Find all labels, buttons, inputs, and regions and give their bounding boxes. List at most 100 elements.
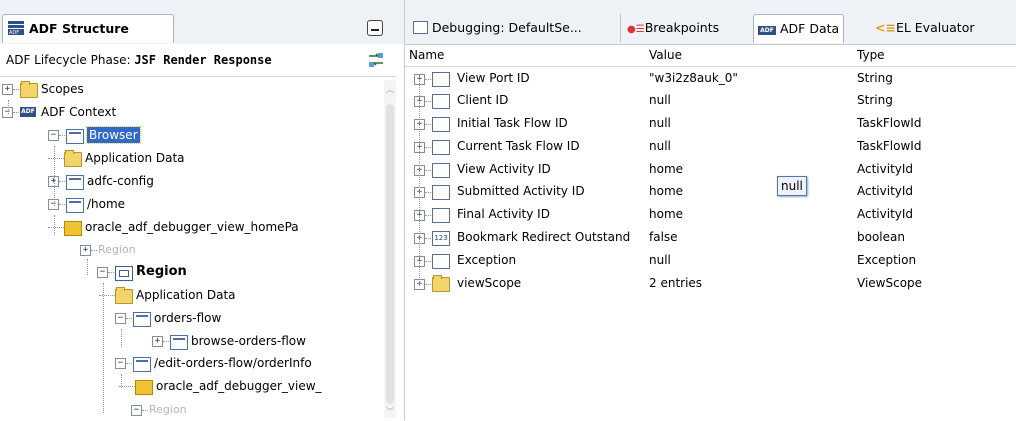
tree-node-label: Region (98, 243, 136, 256)
cell-value: "w3i2z8auk_0" (649, 71, 738, 85)
tree-node-label: oracle_adf_debugger_view_ (156, 379, 322, 393)
tree-node-label: ADF Context (41, 105, 117, 119)
collapse-icon[interactable]: − (131, 405, 142, 416)
table-row[interactable]: +123 Bookmark Redirect Outstand false boole… (405, 228, 1016, 248)
svg-text:ADF: ADF (9, 30, 19, 35)
table-row[interactable]: + Submitted Activity ID home ActivityId (405, 182, 1016, 202)
activity-icon (133, 357, 151, 372)
field-icon (432, 185, 450, 200)
field-icon (432, 163, 450, 178)
breakpoint-icon: ●☰ (627, 24, 645, 35)
scrollbar-thumb[interactable] (386, 104, 394, 404)
cell-name: View Port ID (457, 71, 530, 85)
tree-node-label: Application Data (85, 151, 185, 165)
folder-icon (115, 287, 133, 304)
tree-connector (54, 146, 55, 206)
table-row[interactable]: + viewScope 2 entries ViewScope (405, 274, 1016, 294)
table-row[interactable]: + View Activity ID home ActivityId (405, 160, 1016, 180)
cell-type: TaskFlowId (857, 116, 922, 130)
tab-title: ADF Structure (29, 21, 129, 36)
tree-connector (425, 170, 431, 171)
adf-structure-icon: ADF (8, 21, 24, 36)
cell-value: null (649, 139, 671, 153)
tab-adf-structure[interactable]: ADF ADF Structure (2, 14, 174, 43)
adf-icon: ADF (20, 107, 36, 117)
expand-icon[interactable]: + (152, 336, 163, 347)
scroll-up-icon[interactable]: ︿ (386, 84, 394, 95)
cell-type: ActivityId (857, 162, 914, 176)
table-row[interactable]: + Final Activity ID home ActivityId (405, 205, 1016, 225)
collapse-icon[interactable]: − (115, 313, 126, 324)
right-tab-bar: Debugging: DefaultSe... ●☰Breakpoints AD… (405, 0, 1016, 45)
table-row[interactable]: + Client ID null String (405, 91, 1016, 111)
table-row[interactable]: + Initial Task Flow ID null TaskFlowId (405, 114, 1016, 134)
value-tooltip: null (777, 176, 807, 196)
tree-connector (103, 283, 104, 413)
cell-type: String (857, 71, 893, 85)
scroll-down-icon[interactable]: ﹀ (386, 406, 394, 417)
cell-type: ViewScope (857, 276, 923, 290)
column-header-name[interactable]: Name (409, 48, 444, 62)
field-icon (432, 72, 450, 87)
tree-connector (126, 318, 132, 319)
field-icon (432, 254, 450, 269)
tab-adf-data[interactable]: ADF ADF Data (753, 14, 845, 43)
taskflow-icon (133, 312, 151, 327)
tree-connector (48, 158, 64, 159)
table-row[interactable]: + View Port ID "w3i2z8auk_0" String (405, 69, 1016, 89)
cell-name: Client ID (457, 93, 509, 107)
jsp-icon (64, 221, 82, 236)
cell-value: false (649, 230, 678, 244)
tab-label: ADF Data (779, 21, 840, 36)
collapse-icon[interactable]: − (48, 130, 59, 141)
tree-node-label: oracle_adf_debugger_view_homePa (85, 220, 299, 234)
tab-label: Breakpoints (644, 20, 720, 35)
grid-header: Name Value Type (405, 44, 1016, 67)
folder-icon (20, 81, 38, 98)
tab-label: Debugging: DefaultSe... (431, 20, 582, 35)
table-row[interactable]: + Current Task Flow ID null TaskFlowId (405, 137, 1016, 157)
field-icon (432, 117, 450, 132)
tree-connector (87, 259, 88, 275)
tree-connector (13, 112, 19, 113)
jsp-icon (135, 380, 153, 395)
tree-connector (54, 215, 55, 235)
tree-connector (91, 250, 97, 251)
expand-icon[interactable]: + (80, 245, 91, 256)
cell-type: ActivityId (857, 184, 914, 198)
taskflow-icon (170, 335, 188, 350)
tree-scrollbar[interactable]: ︿ ﹀ (384, 80, 396, 418)
cell-type: String (857, 93, 893, 107)
tree-node-label: Region (149, 403, 187, 416)
tree-connector (425, 192, 431, 193)
tree-connector (108, 272, 114, 273)
tree-connector (121, 374, 122, 388)
tree-connector (48, 227, 64, 228)
phase-label: ADF Lifecycle Phase: (6, 53, 131, 67)
tab-breakpoints[interactable]: ●☰Breakpoints (620, 14, 719, 42)
tree-connector (163, 341, 169, 342)
cell-name: Exception (457, 253, 517, 267)
collapse-icon[interactable]: − (115, 358, 126, 369)
collapse-icon[interactable]: − (97, 267, 108, 278)
sync-phase-icon[interactable] (368, 52, 384, 70)
table-row[interactable]: + Exception null Exception (405, 251, 1016, 271)
tab-label: EL Evaluator (895, 20, 975, 35)
tree-connector (59, 181, 65, 182)
tab-el-evaluator[interactable]: <≡EL Evaluator (875, 14, 975, 42)
tree-node-label: browse-orders-flow (191, 334, 306, 348)
cell-value: home (649, 184, 684, 198)
cell-name: Final Activity ID (457, 207, 550, 221)
expand-icon[interactable]: + (2, 84, 13, 95)
tab-debugging[interactable]: Debugging: DefaultSe... (413, 14, 582, 42)
column-header-value[interactable]: Value (649, 48, 682, 62)
tree-connector (142, 410, 148, 411)
minimize-button[interactable] (367, 20, 383, 36)
tree-connector (99, 295, 115, 296)
tree-connector (59, 135, 65, 136)
cell-name: Submitted Activity ID (457, 184, 585, 198)
browser-icon (66, 129, 84, 144)
folder-icon (64, 150, 82, 167)
column-header-type[interactable]: Type (857, 48, 885, 62)
tree-connector (121, 329, 122, 347)
